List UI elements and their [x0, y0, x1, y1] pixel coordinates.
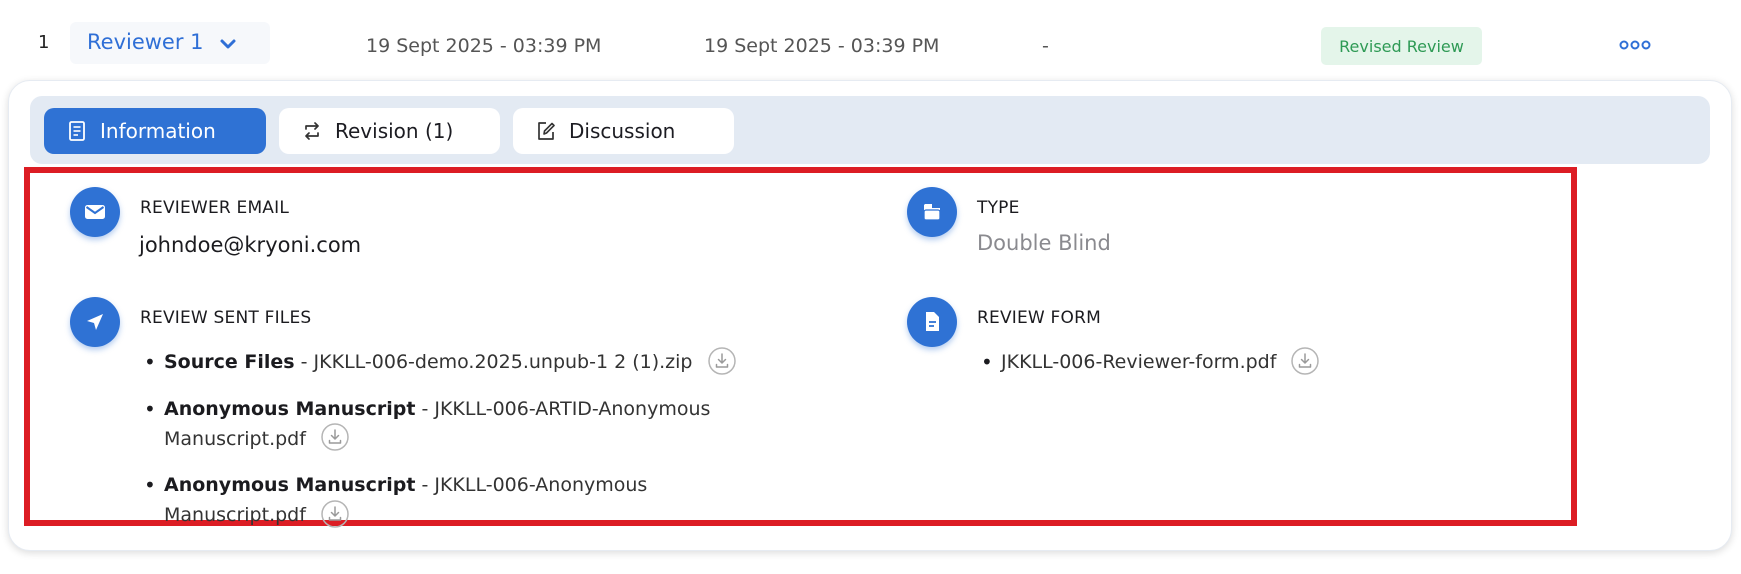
- row-number: 1: [38, 32, 50, 53]
- list-item: Source Files - JKKLL-006-demo.2025.unpub…: [140, 346, 760, 378]
- chevron-down-icon[interactable]: [218, 34, 238, 54]
- tab-discussion[interactable]: Discussion: [513, 108, 734, 154]
- submission-row: 1 Reviewer 1 19 Sept 2025 - 03:39 PM 19 …: [0, 0, 1741, 80]
- review-form-list: JKKLL-006-Reviewer-form.pdf: [977, 346, 1497, 378]
- file-separator: -: [294, 351, 314, 373]
- tab-information[interactable]: Information: [44, 108, 266, 154]
- file-separator: -: [415, 397, 435, 420]
- date-received: 19 Sept 2025 - 03:39 PM: [704, 35, 940, 57]
- folder-icon: [907, 187, 957, 237]
- download-icon[interactable]: [320, 422, 350, 452]
- file-category: Source Files: [164, 351, 295, 373]
- download-icon[interactable]: [320, 499, 350, 529]
- file-name[interactable]: JKKLL-006-demo.2025.unpub-1 2 (1).zip: [314, 351, 693, 373]
- tab-revision[interactable]: Revision (1): [279, 108, 500, 154]
- list-item: Anonymous Manuscript - JKKLL-006-Anonymo…: [140, 470, 760, 531]
- type-value: Double Blind: [977, 231, 1111, 255]
- empty-cell: -: [1042, 35, 1049, 57]
- file-icon: [907, 297, 957, 347]
- download-icon[interactable]: [1290, 346, 1320, 376]
- document-icon: [69, 121, 85, 141]
- file-separator: -: [415, 474, 435, 496]
- review-sent-files-label: REVIEW SENT FILES: [140, 308, 312, 328]
- list-item: JKKLL-006-Reviewer-form.pdf: [977, 346, 1497, 378]
- reviewer-email-value: johndoe@kryoni.com: [139, 233, 362, 257]
- reviewer-email-label: REVIEWER EMAIL: [140, 198, 290, 218]
- file-category: Anonymous Manuscript: [164, 397, 416, 420]
- edit-icon: [538, 122, 555, 140]
- status-badge: Revised Review: [1321, 27, 1482, 65]
- file-category: Anonymous Manuscript: [164, 474, 416, 496]
- type-label: TYPE: [977, 198, 1020, 218]
- send-icon: [70, 297, 120, 347]
- tab-label: Revision (1): [335, 119, 454, 143]
- download-icon[interactable]: [707, 346, 737, 376]
- more-options-icon[interactable]: [1618, 38, 1652, 52]
- review-form-label: REVIEW FORM: [977, 308, 1101, 328]
- date-sent: 19 Sept 2025 - 03:39 PM: [366, 35, 602, 57]
- tab-label: Discussion: [569, 119, 676, 143]
- list-item: Anonymous Manuscript - JKKLL-006-ARTID-A…: [140, 394, 760, 455]
- repeat-icon: [305, 122, 319, 140]
- file-name[interactable]: JKKLL-006-Reviewer-form.pdf: [1001, 351, 1276, 373]
- mail-icon: [70, 187, 120, 237]
- reviewer-name[interactable]: Reviewer 1: [87, 30, 204, 54]
- review-sent-files-list: Source Files - JKKLL-006-demo.2025.unpub…: [140, 346, 760, 531]
- tab-label: Information: [100, 119, 216, 143]
